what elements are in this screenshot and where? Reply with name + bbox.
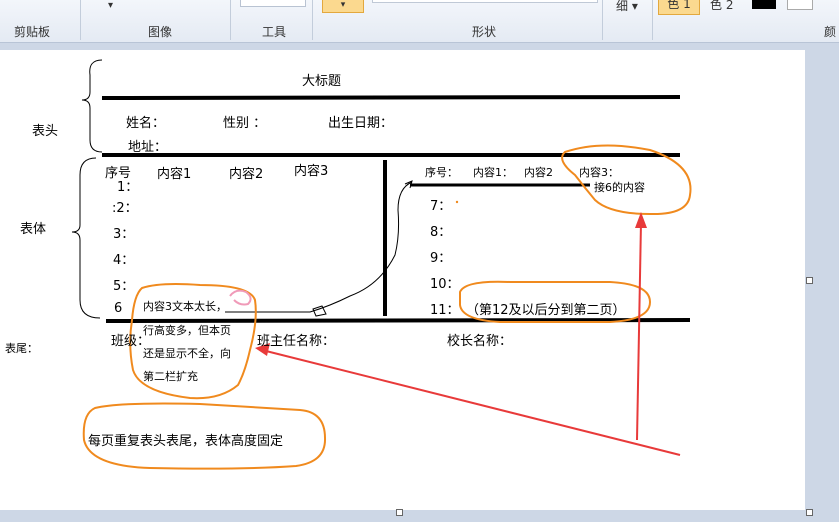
overflow-note-line: 第二栏扩充 [143, 370, 198, 383]
row-index: 3： [113, 227, 135, 242]
header-brace [81, 59, 103, 153]
overflow-note-line: 内容3文本太长， [143, 300, 227, 313]
row-index: 4： [113, 253, 135, 268]
row-index: 10： [430, 277, 460, 292]
red-arrow-up [636, 221, 642, 441]
continue-note: 接6的内容 [594, 181, 645, 194]
page2-note: （第12及以后分到第二页） [466, 303, 626, 318]
gender-label: 性别 ： [223, 116, 267, 131]
class-label: 班级： [111, 334, 151, 349]
resize-handle-right[interactable] [806, 277, 813, 284]
right-col-header-content3: 内容3： [579, 166, 619, 179]
birth-label: 出生日期： [328, 116, 394, 131]
address-label: 地址： [128, 140, 168, 155]
right-col-header-content2: 内容2 [524, 166, 553, 179]
teacher-label: 班主任名称： [257, 334, 336, 349]
title-rule [101, 95, 681, 100]
resize-handle-corner[interactable] [806, 509, 813, 516]
body-brace [71, 157, 101, 319]
row-index: 8： [430, 225, 452, 240]
repeat-note: 每页重复表头表尾，表体高度固定 [88, 434, 284, 449]
overflow-note-line: 还是显示不全，向 [143, 347, 231, 360]
right-col-header-content1: 内容1： [473, 166, 513, 179]
row-index: :2： [112, 201, 138, 216]
row-index: 9： [430, 251, 452, 266]
row-index: 11： [430, 303, 460, 318]
overflow-note-line: 行高变多，但本页 [143, 324, 231, 337]
row-index: 1： [117, 180, 139, 195]
name-label: 姓名： [126, 116, 166, 131]
principal-label: 校长名称： [447, 334, 513, 349]
footer-section-label: 表尾： [5, 342, 38, 355]
header-section-label: 表头 [32, 124, 59, 139]
right-col-header-index: 序号： [425, 166, 458, 179]
col-header-content3: 内容3 [294, 164, 329, 179]
big-title: 大标题 [302, 74, 342, 89]
body-bottom-rule [105, 318, 691, 323]
row-index: 6 [114, 301, 123, 316]
orange-dot [455, 200, 459, 204]
row-index: 5： [113, 279, 135, 294]
col-header-content2: 内容2 [229, 167, 264, 182]
resize-handle-bottom[interactable] [396, 509, 403, 516]
body-section-label: 表体 [20, 222, 47, 237]
row-index: 7： [430, 199, 452, 214]
col-header-content1: 内容1 [157, 167, 192, 182]
pink-mark [229, 289, 252, 306]
